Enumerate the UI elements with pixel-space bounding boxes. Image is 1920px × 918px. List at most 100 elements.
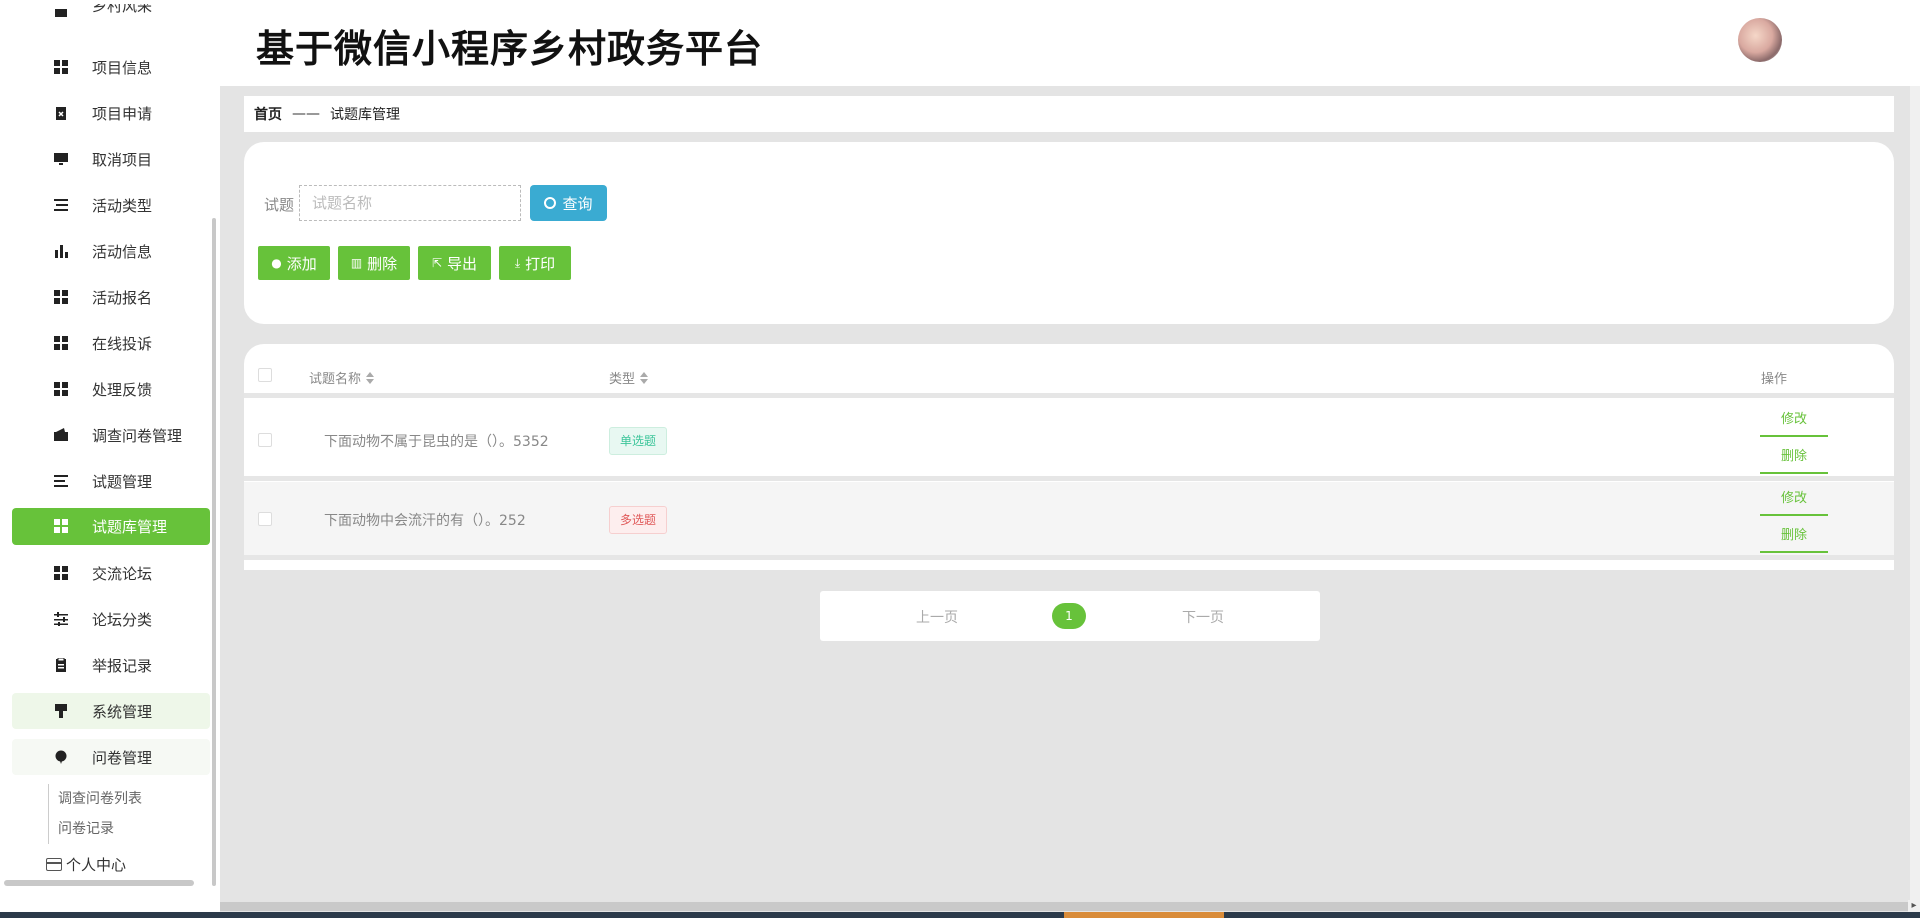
breadcrumb-home[interactable]: 首页 bbox=[254, 104, 282, 124]
sliders-icon bbox=[54, 612, 68, 626]
main-horizontal-scrollbar[interactable] bbox=[220, 902, 1910, 911]
sidebar-item-label: 问卷管理 bbox=[92, 748, 153, 767]
sidebar-item-project-info[interactable]: 项目信息 bbox=[12, 49, 210, 85]
edit-button[interactable]: 修改 bbox=[1760, 486, 1828, 516]
external-link-icon: ⇱ bbox=[431, 256, 443, 270]
table-row: 下面动物不属于昆虫的是（）。5352 单选题 修改 删除 bbox=[244, 403, 1894, 481]
sidebar-item-project-apply[interactable]: 项目申请 bbox=[12, 95, 210, 131]
list-icon bbox=[54, 475, 68, 487]
column-header-label: 试题名称 bbox=[309, 372, 362, 387]
page-number-current[interactable]: 1 bbox=[1052, 603, 1086, 629]
sidebar-item-activity-type[interactable]: 活动类型 bbox=[12, 187, 210, 223]
sidebar-item-activity-signup[interactable]: 活动报名 bbox=[12, 279, 210, 315]
sidebar-item-label: 举报记录 bbox=[92, 656, 153, 675]
main-vertical-scrollbar[interactable] bbox=[1910, 86, 1920, 900]
breadcrumb-separator: —— bbox=[292, 106, 320, 122]
taskbar-active-item bbox=[1064, 912, 1224, 918]
trash-icon: ▥ bbox=[350, 256, 363, 270]
delete-button[interactable]: ▥ 删除 bbox=[338, 246, 410, 280]
sidebar-item-cancel-project[interactable]: 取消项目 bbox=[12, 141, 210, 177]
sidebar-vertical-scrollbar[interactable] bbox=[212, 218, 216, 886]
app-root: 乡村风采 项目信息 项目申请 取消项目 活动类型 活动信息 活动报名 在线投诉 … bbox=[0, 0, 1920, 918]
search-panel: 试题 试题名称 查询 ● 添加 ▥ 删除 ⇱ 导出 ⤓ 打印 bbox=[244, 142, 1894, 324]
submenu-guide-line bbox=[48, 784, 49, 844]
sidebar-item-label: 试题管理 bbox=[92, 472, 153, 491]
sidebar-item-label: 项目申请 bbox=[92, 104, 153, 123]
sidebar: 乡村风采 项目信息 项目申请 取消项目 活动类型 活动信息 活动报名 在线投诉 … bbox=[0, 0, 220, 918]
select-all-checkbox[interactable] bbox=[258, 368, 272, 382]
add-button[interactable]: ● 添加 bbox=[258, 246, 330, 280]
breadcrumb: 首页 —— 试题库管理 bbox=[244, 96, 1894, 132]
sort-icon[interactable] bbox=[640, 371, 649, 384]
clipboard-x-icon bbox=[56, 107, 66, 120]
clipboard-icon bbox=[56, 658, 66, 672]
submenu-item-survey-record[interactable]: 问卷记录 bbox=[58, 818, 114, 838]
column-header-type[interactable]: 类型 bbox=[609, 368, 649, 387]
brush-icon bbox=[55, 704, 67, 718]
add-button-label: 添加 bbox=[286, 254, 317, 273]
print-button[interactable]: ⤓ 打印 bbox=[499, 246, 571, 280]
row-checkbox[interactable] bbox=[258, 433, 272, 447]
query-button-label: 查询 bbox=[562, 194, 593, 213]
grid-icon bbox=[54, 60, 68, 74]
query-button[interactable]: 查询 bbox=[530, 185, 607, 221]
avatar[interactable] bbox=[1738, 18, 1782, 62]
sort-icon[interactable] bbox=[366, 371, 375, 384]
search-icon bbox=[544, 197, 557, 209]
edit-button[interactable]: 修改 bbox=[1760, 407, 1828, 437]
table-row: 下面动物中会流汗的有（）。252 多选题 修改 删除 bbox=[244, 482, 1894, 560]
sidebar-item-label: 交流论坛 bbox=[92, 564, 153, 583]
sidebar-item-label: 活动报名 bbox=[92, 288, 153, 307]
sidebar-item-survey-admin[interactable]: 调查问卷管理 bbox=[12, 417, 210, 453]
sidebar-item-system-admin[interactable]: 系统管理 bbox=[12, 693, 210, 729]
search-label: 试题 bbox=[264, 196, 295, 214]
row-delete-button[interactable]: 删除 bbox=[1760, 444, 1828, 474]
sidebar-item-question-bank[interactable]: 试题库管理 bbox=[12, 508, 210, 545]
table-header-row: 试题名称 类型 操作 bbox=[244, 344, 1894, 398]
card-icon bbox=[46, 858, 62, 871]
column-header-name[interactable]: 试题名称 bbox=[309, 368, 375, 387]
sidebar-item-activity-info[interactable]: 活动信息 bbox=[12, 233, 210, 269]
sidebar-item-forum[interactable]: 交流论坛 bbox=[12, 555, 210, 591]
print-button-label: 打印 bbox=[525, 254, 556, 273]
sidebar-item-label: 项目信息 bbox=[92, 58, 153, 77]
sidebar-item-village-style[interactable]: 乡村风采 bbox=[12, 4, 210, 32]
question-table: 试题名称 类型 操作 下面动物不属于昆虫的是（）。5352 单选题 修改 删除 … bbox=[244, 344, 1894, 570]
app-title: 基于微信小程序乡村政务平台 bbox=[256, 27, 764, 71]
taskbar-strip bbox=[0, 912, 1920, 918]
sidebar-item-online-complaint[interactable]: 在线投诉 bbox=[12, 325, 210, 361]
list-icon bbox=[54, 199, 68, 211]
sidebar-item-label: 在线投诉 bbox=[92, 334, 153, 353]
grid-icon bbox=[54, 519, 68, 533]
sidebar-horizontal-scrollbar[interactable] bbox=[4, 880, 194, 886]
sidebar-item-label: 活动类型 bbox=[92, 196, 153, 215]
column-header-action: 操作 bbox=[1761, 368, 1787, 387]
monitor-icon bbox=[55, 9, 67, 17]
sidebar-item-report-record[interactable]: 举报记录 bbox=[12, 647, 210, 683]
sidebar-item-personal-center[interactable]: 个人中心 bbox=[46, 854, 126, 875]
column-header-label: 操作 bbox=[1761, 372, 1788, 387]
sidebar-item-question-admin[interactable]: 试题管理 bbox=[12, 463, 210, 499]
prev-page-button[interactable]: 上一页 bbox=[916, 607, 958, 627]
export-button-label: 导出 bbox=[447, 254, 478, 273]
balloon-icon bbox=[55, 750, 67, 764]
top-header: 基于微信小程序乡村政务平台 bbox=[220, 0, 1920, 86]
scroll-right-arrow-icon[interactable]: ▸ bbox=[1908, 900, 1920, 912]
row-checkbox[interactable] bbox=[258, 512, 272, 526]
export-button[interactable]: ⇱ 导出 bbox=[418, 246, 491, 280]
row-delete-button[interactable]: 删除 bbox=[1760, 523, 1828, 553]
grid-icon bbox=[54, 290, 68, 304]
sidebar-item-label: 活动信息 bbox=[92, 242, 153, 261]
sidebar-item-survey-manage[interactable]: 问卷管理 bbox=[12, 739, 210, 775]
sidebar-item-feedback[interactable]: 处理反馈 bbox=[12, 371, 210, 407]
sidebar-item-forum-category[interactable]: 论坛分类 bbox=[12, 601, 210, 637]
breadcrumb-current: 试题库管理 bbox=[330, 107, 400, 123]
type-badge: 单选题 bbox=[609, 427, 668, 455]
search-input[interactable]: 试题名称 bbox=[299, 185, 521, 221]
sidebar-item-label: 论坛分类 bbox=[92, 610, 153, 629]
question-name: 下面动物中会流汗的有（）。252 bbox=[324, 513, 526, 529]
submenu-item-survey-list[interactable]: 调查问卷列表 bbox=[58, 788, 142, 808]
grid-icon bbox=[54, 566, 68, 580]
next-page-button[interactable]: 下一页 bbox=[1182, 607, 1224, 627]
plus-circle-icon: ● bbox=[271, 256, 282, 270]
